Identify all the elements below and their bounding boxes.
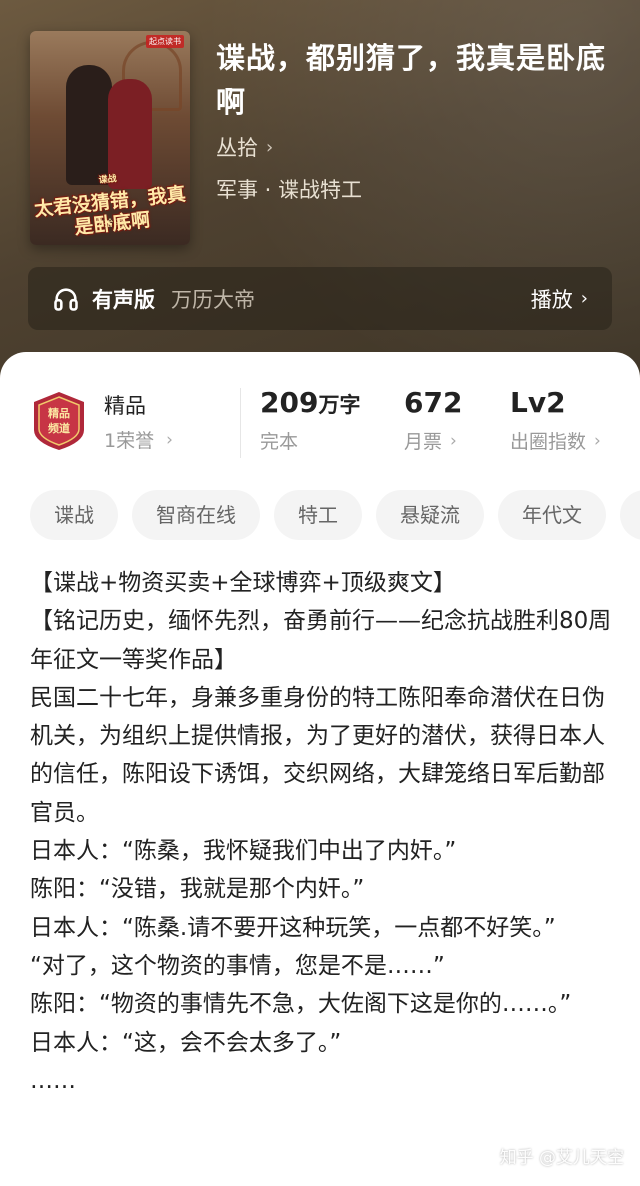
completion-status: 完本	[260, 431, 299, 453]
tag-chip[interactable]: 智商在线	[132, 490, 260, 540]
book-category[interactable]: 军事 · 谍战特工	[216, 172, 362, 206]
author-name: 丛拾	[216, 136, 258, 160]
honor-link[interactable]: 1荣誉 ›	[104, 426, 173, 453]
chevron-right-icon: ›	[166, 429, 173, 450]
author-link[interactable]: 丛拾 ›	[216, 130, 273, 164]
tag-chip[interactable]: 年代文	[498, 490, 606, 540]
cover-author: 丛拾·著	[95, 219, 125, 229]
description-line: 【铭记历史，缅怀先烈，奋勇前行——纪念抗战胜利80周年征文一等奖作品】	[30, 608, 612, 673]
chevron-right-icon: ›	[450, 430, 457, 451]
monthly-ticket-label: 月票	[404, 431, 443, 453]
audio-version-bar[interactable]: 有声版 万历大帝 播放 ›	[28, 267, 612, 330]
book-description: 【谍战+物资买卖+全球博弈+顶级爽文】 【铭记历史，缅怀先烈，奋勇前行——纪念抗…	[30, 564, 614, 1100]
book-header: 起点读书 谍战 太君没猜错，我真是卧底啊 丛拾·著 谍战，都别猜了，我真是卧底啊…	[0, 0, 640, 400]
watermark: 知乎 @艾儿天空	[499, 1148, 624, 1168]
description-line: 陈阳：“物资的事情先不急，大佐阁下这是你的……。”	[30, 991, 572, 1018]
word-count-stat: 209万字 完本	[260, 386, 360, 454]
popularity-index-stat[interactable]: Lv2 出圈指数 ›	[510, 386, 601, 454]
tag-chip[interactable]: 特工	[274, 490, 362, 540]
chevron-right-icon: ›	[580, 288, 588, 309]
cover-title-art: 谍战 太君没猜错，我真是卧底啊	[31, 161, 189, 243]
premium-channel-badge[interactable]: 精品 频道	[30, 390, 88, 452]
book-cover[interactable]: 起点读书 谍战 太君没猜错，我真是卧底啊 丛拾·著	[30, 31, 190, 245]
popularity-label: 出圈指数	[510, 431, 587, 453]
stats-divider	[240, 388, 241, 458]
description-line: 日本人：“陈桑.请不要开这种玩笑，一点都不好笑。”	[30, 914, 556, 941]
description-line: 民国二十七年，身兼多重身份的特工陈阳奉命潜伏在日伪机关，为组织上提供情报，为了更…	[30, 684, 605, 826]
tag-chip[interactable]: 悬疑流	[376, 490, 484, 540]
chevron-right-icon: ›	[594, 430, 601, 451]
badge-text-bottom: 频道	[48, 421, 70, 435]
tag-chip[interactable]: 谍战	[30, 490, 118, 540]
description-line: 陈阳：“没错，我就是那个内奸。”	[30, 876, 365, 903]
book-detail-card: 精品 频道 精品 1荣誉 › 209万字 完本 672 月票 › Lv2 出圈指…	[0, 352, 640, 1186]
audio-label: 有声版	[92, 287, 155, 312]
tag-chip[interactable]: 在	[620, 490, 640, 540]
monthly-ticket-number: 672	[404, 386, 463, 419]
quality-title: 精品	[104, 394, 146, 418]
word-count-number: 209	[260, 386, 319, 419]
chevron-right-icon: ›	[266, 136, 274, 158]
tag-list: 谍战智商在线特工悬疑流年代文在	[30, 490, 640, 542]
monthly-ticket-label-row: 月票 ›	[404, 427, 462, 454]
popularity-level: Lv2	[510, 386, 566, 419]
honor-count: 1荣誉	[104, 430, 155, 452]
description-line: 日本人：“陈桑，我怀疑我们中出了内奸。”	[30, 838, 457, 865]
audio-narrator: 万历大帝	[171, 287, 255, 312]
play-label: 播放	[530, 287, 573, 312]
description-line: ……	[30, 1067, 76, 1094]
word-count-unit: 万字	[318, 393, 361, 417]
description-line: “对了，这个物资的事情，您是不是……”	[30, 952, 445, 979]
description-line: 【谍战+物资买卖+全球博弈+顶级爽文】	[30, 570, 456, 596]
badge-text-top: 精品	[48, 406, 70, 420]
play-button[interactable]: 播放 ›	[531, 284, 588, 314]
monthly-ticket-stat[interactable]: 672 月票 ›	[404, 386, 462, 454]
headphones-icon	[54, 287, 78, 311]
book-title: 谍战，都别猜了，我真是卧底啊	[216, 41, 607, 119]
description-line: 日本人：“这，会不会太多了。”	[30, 1029, 342, 1056]
popularity-label-row: 出圈指数 ›	[510, 427, 601, 454]
cover-figure-man	[66, 65, 112, 185]
cover-publisher-tag: 起点读书	[146, 35, 184, 48]
